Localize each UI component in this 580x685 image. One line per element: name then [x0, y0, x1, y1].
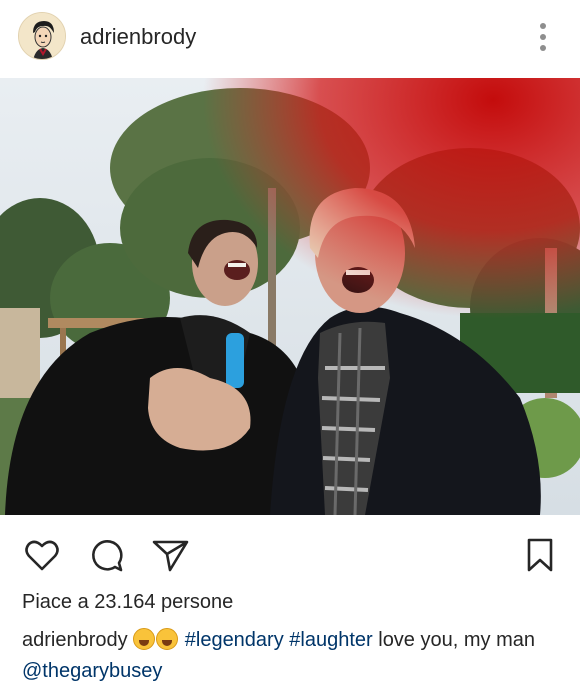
grinning-squinting-face-icon — [156, 628, 179, 650]
post-caption: adrienbrody #legendary #laughter love yo… — [22, 625, 562, 685]
avatar[interactable] — [18, 12, 66, 60]
bookmark-icon[interactable] — [520, 535, 560, 575]
send-icon[interactable] — [150, 535, 190, 575]
heart-icon[interactable] — [22, 535, 62, 575]
post-header: adrienbrody — [0, 0, 580, 78]
hashtag-laughter[interactable]: #laughter — [289, 629, 372, 651]
comment-icon[interactable] — [86, 535, 126, 575]
post-username[interactable]: adrienbrody — [80, 24, 196, 50]
more-options-icon[interactable] — [533, 20, 553, 54]
action-bar — [0, 515, 580, 591]
likes-count[interactable]: Piace a 23.164 persone — [22, 591, 233, 614]
avatar-illustration-icon — [19, 13, 65, 59]
rolling-on-floor-laughing-icon — [133, 628, 156, 650]
hashtag-legendary[interactable]: #legendary — [185, 629, 284, 651]
caption-username[interactable]: adrienbrody — [22, 629, 128, 651]
mention-link[interactable]: @thegarybusey — [22, 660, 162, 682]
caption-text: love you, my man — [372, 629, 535, 651]
post-photo[interactable] — [0, 78, 580, 515]
